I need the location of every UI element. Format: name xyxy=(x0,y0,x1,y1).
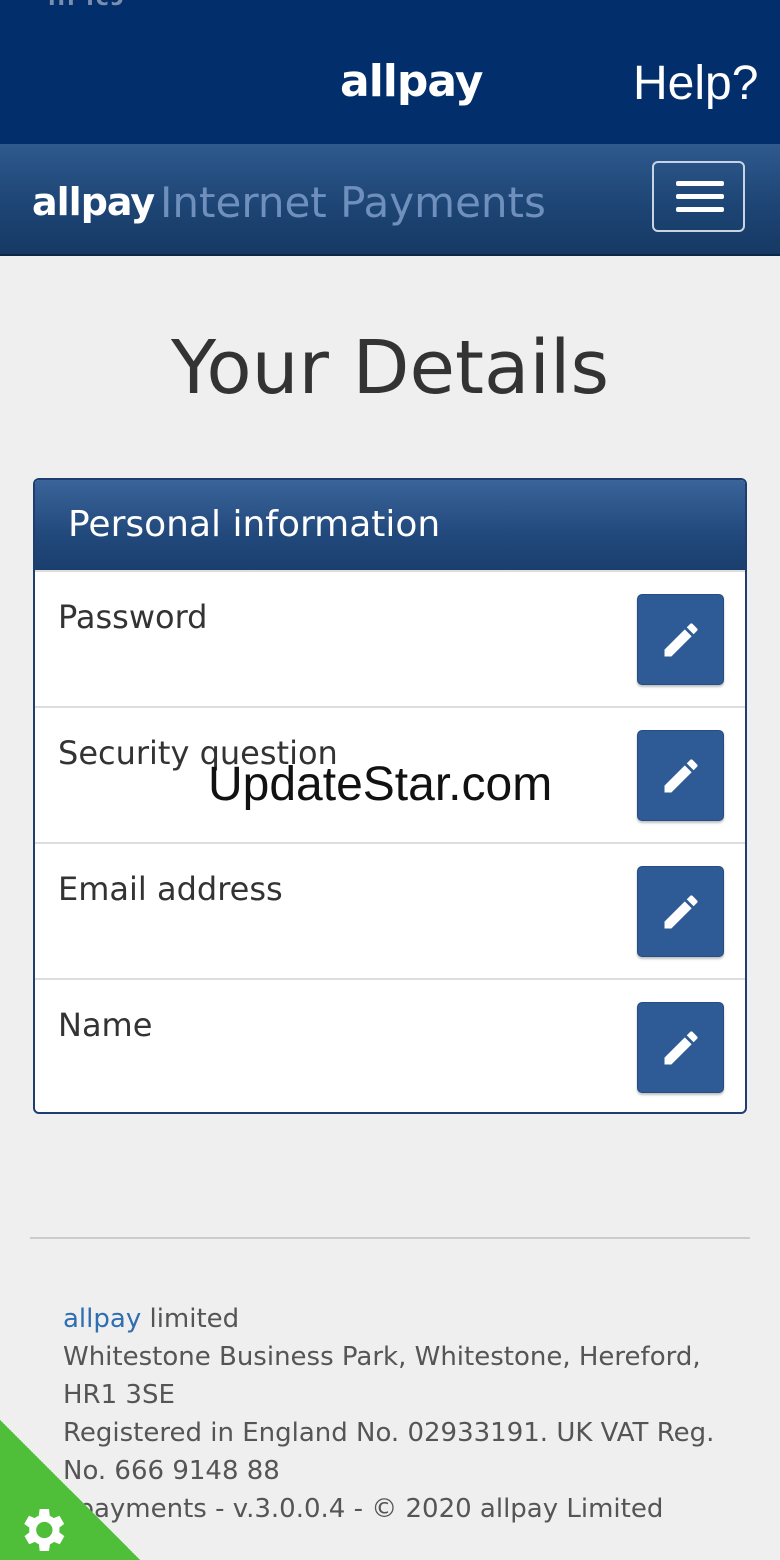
edit-name-button[interactable] xyxy=(637,1002,724,1093)
status-bar-fragment: ııı ıcɔ xyxy=(48,0,126,11)
row-label: Password xyxy=(58,598,208,636)
page-title: Your Details xyxy=(170,325,610,411)
footer-address: Whitestone Business Park, Whitestone, He… xyxy=(63,1342,701,1410)
hamburger-icon xyxy=(676,194,724,199)
company-suffix: limited xyxy=(141,1304,240,1334)
row-password: Password xyxy=(35,570,745,706)
hamburger-icon xyxy=(676,207,724,212)
navbar-title: Internet Payments xyxy=(160,178,546,227)
footer-registration: Registered in England No. 02933191. UK V… xyxy=(63,1418,715,1486)
panel-heading: Personal information xyxy=(35,480,745,570)
footer: allpay limited Whitestone Business Park,… xyxy=(63,1300,723,1528)
pencil-icon xyxy=(664,759,698,793)
navbar-logo[interactable]: allpay xyxy=(32,180,155,224)
svg-text:C: C xyxy=(38,1524,48,1540)
corner-badge[interactable]: C xyxy=(0,1420,140,1560)
edit-security-question-button[interactable] xyxy=(637,730,724,821)
row-name: Name xyxy=(35,978,745,1112)
edit-password-button[interactable] xyxy=(637,594,724,685)
pencil-icon xyxy=(664,1031,698,1065)
edit-email-address-button[interactable] xyxy=(637,866,724,957)
footer-divider xyxy=(30,1237,750,1239)
row-label: Name xyxy=(58,1006,153,1044)
watermark: UpdateStar.com xyxy=(208,758,553,811)
pencil-icon xyxy=(664,623,698,657)
footer-company: allpay limited xyxy=(63,1300,723,1338)
menu-button[interactable] xyxy=(652,161,745,232)
help-link[interactable]: Help? xyxy=(633,56,758,111)
row-email-address: Email address xyxy=(35,842,745,978)
footer-version: llpayments - v.3.0.0.4 - © 2020 allpay L… xyxy=(63,1494,664,1524)
pencil-icon xyxy=(664,895,698,929)
hamburger-icon xyxy=(676,181,724,186)
top-header: ııı ıcɔ allpay Help? xyxy=(0,0,780,144)
row-label: Email address xyxy=(58,870,283,908)
gear-icon: C xyxy=(24,1509,65,1551)
company-link[interactable]: allpay xyxy=(63,1304,141,1334)
allpay-logo[interactable]: allpay xyxy=(340,56,483,107)
